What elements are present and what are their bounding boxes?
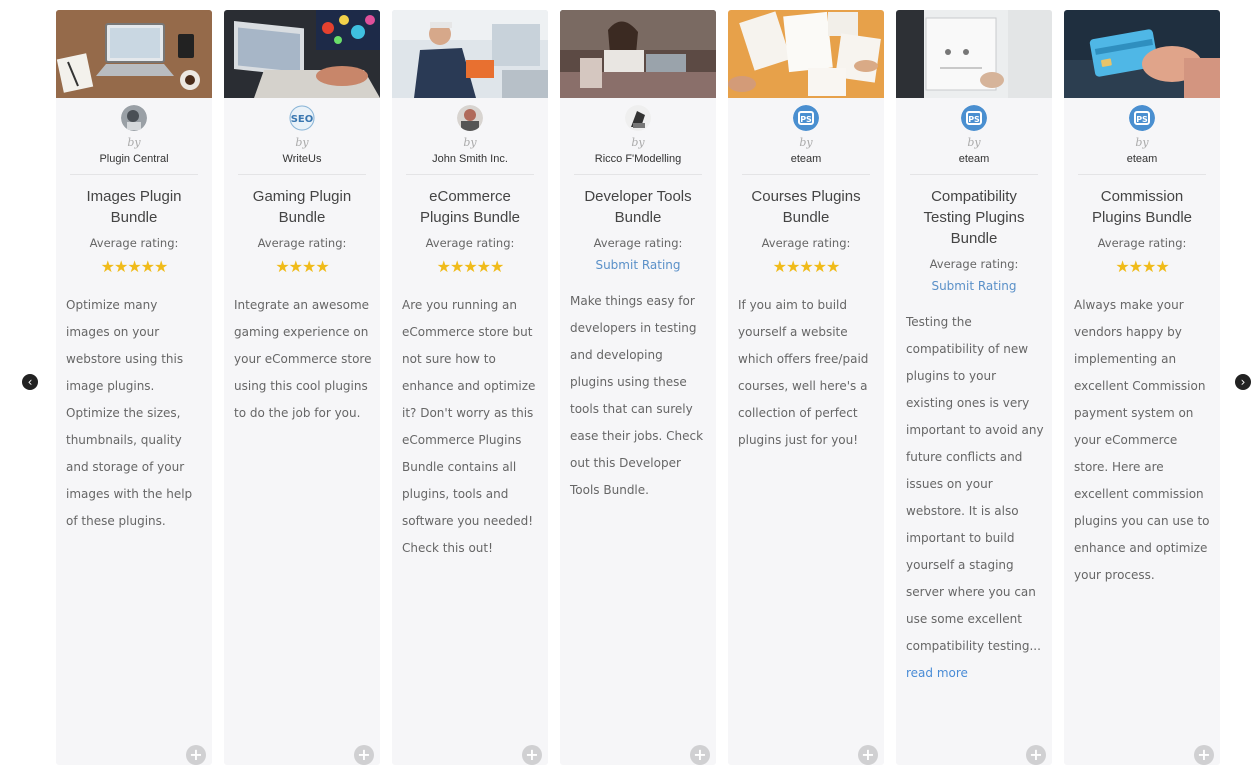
divider bbox=[742, 174, 870, 175]
product-thumbnail[interactable] bbox=[224, 10, 380, 98]
by-label: by bbox=[967, 136, 981, 149]
by-label: by bbox=[1135, 136, 1149, 149]
description-text: Testing the compatibility of new plugins… bbox=[906, 315, 1044, 653]
svg-text:SEO: SEO bbox=[291, 114, 314, 125]
average-rating-label: Average rating: bbox=[257, 236, 347, 250]
rating-stars: ★★★★★ bbox=[100, 257, 169, 276]
product-title[interactable]: Gaming Plugin Bundle bbox=[236, 186, 368, 228]
average-rating-label: Average rating: bbox=[761, 236, 851, 250]
divider bbox=[910, 174, 1038, 175]
product-description: If you aim to build yourself a website w… bbox=[738, 298, 869, 447]
product-card: by John Smith Inc. eCommerce Plugins Bun… bbox=[392, 10, 548, 765]
divider bbox=[406, 174, 534, 175]
vendor-avatar[interactable]: PS bbox=[961, 105, 987, 131]
plus-icon[interactable]: + bbox=[186, 745, 206, 765]
product-carousel: ‹ › by Plugin Central Images Plugin Bund… bbox=[0, 0, 1254, 765]
product-card: PS by eteam Compatibility Testing Plugin… bbox=[896, 10, 1052, 765]
product-thumbnail[interactable] bbox=[56, 10, 212, 98]
average-rating-label: Average rating: bbox=[1097, 236, 1187, 250]
average-rating-label: Average rating: bbox=[89, 236, 179, 250]
product-card: SEO by WriteUs Gaming Plugin Bundle Aver… bbox=[224, 10, 380, 765]
vendor-avatar[interactable]: PS bbox=[793, 105, 819, 131]
chevron-left-icon[interactable]: ‹ bbox=[22, 374, 38, 390]
svg-text:PS: PS bbox=[800, 115, 812, 124]
product-description: Integrate an awesome gaming experience o… bbox=[234, 298, 372, 420]
submit-rating-link[interactable]: Submit Rating bbox=[560, 258, 716, 272]
vendor-avatar[interactable] bbox=[121, 105, 147, 131]
product-description: Are you running an eCommerce store but n… bbox=[402, 298, 536, 555]
vendor-avatar[interactable] bbox=[457, 105, 483, 131]
rating-stars: ★★★★★ bbox=[436, 257, 505, 276]
submit-rating-link[interactable]: Submit Rating bbox=[896, 279, 1052, 293]
by-label: by bbox=[295, 136, 309, 149]
rating-stars: ★★★★★ bbox=[772, 257, 841, 276]
by-label: by bbox=[463, 136, 477, 149]
product-title[interactable]: Compatibility Testing Plugins Bundle bbox=[908, 186, 1040, 249]
plus-icon[interactable]: + bbox=[1026, 745, 1046, 765]
product-thumbnail[interactable] bbox=[392, 10, 548, 98]
plus-icon[interactable]: + bbox=[858, 745, 878, 765]
average-rating-label: Average rating: bbox=[425, 236, 515, 250]
vendor-name[interactable]: eteam bbox=[728, 153, 884, 165]
vendor-avatar[interactable] bbox=[625, 105, 651, 131]
chevron-right-icon[interactable]: › bbox=[1235, 374, 1251, 390]
product-thumbnail[interactable] bbox=[728, 10, 884, 98]
product-card: PS by eteam Commission Plugins Bundle Av… bbox=[1064, 10, 1220, 765]
product-title[interactable]: Developer Tools Bundle bbox=[572, 186, 704, 228]
vendor-avatar[interactable]: SEO bbox=[289, 105, 315, 131]
product-title[interactable]: Commission Plugins Bundle bbox=[1076, 186, 1208, 228]
vendor-name[interactable]: Ricco F'Modelling bbox=[560, 153, 716, 165]
vendor-name[interactable]: eteam bbox=[1064, 153, 1220, 165]
plus-icon[interactable]: + bbox=[690, 745, 710, 765]
by-label: by bbox=[127, 136, 141, 149]
vendor-name[interactable]: John Smith Inc. bbox=[392, 153, 548, 165]
vendor-avatar[interactable]: PS bbox=[1129, 105, 1155, 131]
by-label: by bbox=[799, 136, 813, 149]
product-description: Always make your vendors happy by implem… bbox=[1074, 298, 1210, 582]
average-rating-label: Average rating: bbox=[929, 257, 1019, 271]
average-rating-label: Average rating: bbox=[593, 236, 683, 250]
plus-icon[interactable]: + bbox=[522, 745, 542, 765]
product-thumbnail[interactable] bbox=[560, 10, 716, 98]
product-card: PS by eteam Courses Plugins Bundle Avera… bbox=[728, 10, 884, 765]
plus-icon[interactable]: + bbox=[354, 745, 374, 765]
product-description: Optimize many images on your webstore us… bbox=[66, 298, 193, 528]
svg-text:PS: PS bbox=[1136, 115, 1148, 124]
product-card: by Ricco F'Modelling Developer Tools Bun… bbox=[560, 10, 716, 765]
rating-stars: ★★★★ bbox=[1115, 257, 1169, 276]
vendor-name[interactable]: WriteUs bbox=[224, 153, 380, 165]
product-title[interactable]: eCommerce Plugins Bundle bbox=[404, 186, 536, 228]
divider bbox=[70, 174, 198, 175]
product-title[interactable]: Images Plugin Bundle bbox=[68, 186, 200, 228]
product-description: Testing the compatibility of new plugins… bbox=[906, 309, 1044, 687]
by-label: by bbox=[631, 136, 645, 149]
svg-text:PS: PS bbox=[968, 115, 980, 124]
vendor-name[interactable]: eteam bbox=[896, 153, 1052, 165]
divider bbox=[574, 174, 702, 175]
rating-stars: ★★★★ bbox=[275, 257, 329, 276]
product-thumbnail[interactable] bbox=[896, 10, 1052, 98]
plus-icon[interactable]: + bbox=[1194, 745, 1214, 765]
read-more-link[interactable]: read more bbox=[906, 666, 968, 680]
divider bbox=[1078, 174, 1206, 175]
divider bbox=[238, 174, 366, 175]
vendor-name[interactable]: Plugin Central bbox=[56, 153, 212, 165]
product-title[interactable]: Courses Plugins Bundle bbox=[740, 186, 872, 228]
product-thumbnail[interactable] bbox=[1064, 10, 1220, 98]
product-card: by Plugin Central Images Plugin Bundle A… bbox=[56, 10, 212, 765]
product-description: Make things easy for developers in testi… bbox=[570, 294, 704, 497]
